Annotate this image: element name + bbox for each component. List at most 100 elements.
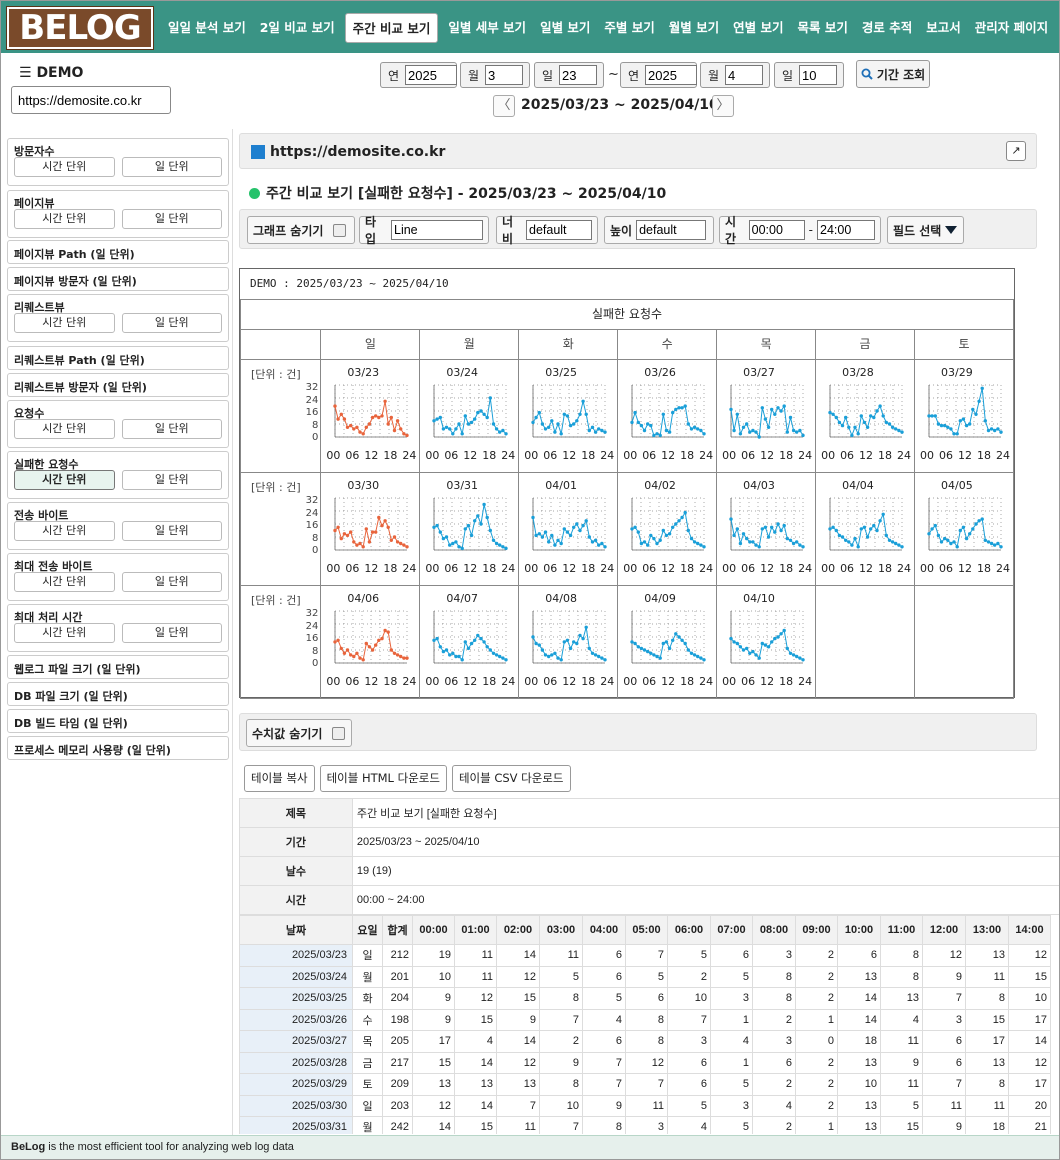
to-year-input[interactable] — [645, 65, 698, 85]
daily-button[interactable]: 일 단위 — [121, 470, 222, 490]
period-search-button[interactable]: 기간 조회 — [856, 60, 930, 88]
date-cell: 2025/03/31 — [239, 1116, 353, 1134]
column-header[interactable]: 요일 — [352, 915, 383, 945]
top-nav-item-0[interactable]: 일일 분석 보기 — [161, 13, 253, 43]
hide-values-checkbox[interactable] — [332, 726, 346, 740]
column-header[interactable]: 10:00 — [837, 915, 881, 945]
sidebar-item-15[interactable]: 프로세스 메모리 사용량 (일 단위) — [7, 736, 229, 760]
top-nav-item-6[interactable]: 월별 보기 — [662, 13, 726, 43]
hourly-button[interactable]: 시간 단위 — [14, 572, 115, 592]
width-input[interactable] — [526, 220, 592, 240]
type-input[interactable] — [391, 220, 483, 240]
daily-button[interactable]: 일 단위 — [121, 521, 222, 541]
daily-button[interactable]: 일 단위 — [121, 572, 222, 592]
hourly-button[interactable]: 시간 단위 — [14, 419, 115, 439]
hourly-button[interactable]: 시간 단위 — [14, 521, 115, 541]
external-link-icon[interactable]: ↗ — [1006, 141, 1026, 161]
time-to-input[interactable] — [817, 220, 875, 240]
top-nav-item-1[interactable]: 2일 비교 보기 — [253, 13, 342, 43]
sidebar-item-3[interactable]: 페이지뷰 방문자 (일 단위) — [7, 267, 229, 291]
top-nav-item-9[interactable]: 경로 추적 — [855, 13, 919, 43]
hide-graph-toggle[interactable]: 그래프 숨기기 — [247, 216, 355, 244]
hourly-button[interactable]: 시간 단위 — [14, 209, 115, 229]
from-day-input[interactable] — [559, 65, 598, 85]
column-header[interactable]: 04:00 — [582, 915, 626, 945]
column-header[interactable]: 09:00 — [795, 915, 838, 945]
column-header[interactable]: 03:00 — [539, 915, 583, 945]
sidebar-item-13[interactable]: DB 파일 크기 (일 단위) — [7, 682, 229, 706]
value-cell: 12 — [496, 1051, 540, 1074]
data-point — [534, 415, 539, 420]
hourly-button[interactable]: 시간 단위 — [14, 313, 115, 333]
data-point — [936, 422, 941, 426]
daily-button[interactable]: 일 단위 — [121, 623, 222, 643]
daily-button[interactable]: 일 단위 — [121, 419, 222, 439]
column-header[interactable]: 합계 — [382, 915, 413, 945]
column-header[interactable]: 12:00 — [922, 915, 966, 945]
column-header[interactable]: 01:00 — [454, 915, 497, 945]
data-point — [754, 430, 758, 434]
value-cell: 19 — [412, 944, 455, 967]
data-point — [776, 406, 780, 410]
data-point — [757, 545, 762, 549]
column-header[interactable]: 06:00 — [667, 915, 711, 945]
hide-values-toggle[interactable]: 수치값 숨기기 — [246, 719, 352, 747]
download-csv-button[interactable]: 테이블 CSV 다운로드 — [451, 765, 571, 792]
from-year-input[interactable] — [405, 65, 458, 85]
field-select-button[interactable]: 필드 선택 — [887, 216, 964, 244]
sidebar-item-5[interactable]: 리퀘스트뷰 Path (일 단위) — [7, 346, 229, 370]
column-header[interactable]: 14:00 — [1008, 915, 1051, 945]
prev-period-button[interactable]: 〈 — [493, 95, 515, 117]
column-header[interactable]: 날짜 — [239, 915, 353, 945]
time-from-input[interactable] — [748, 220, 805, 240]
column-header[interactable]: 07:00 — [710, 915, 753, 945]
top-nav-item-10[interactable]: 보고서 — [919, 13, 968, 43]
column-header[interactable]: 02:00 — [496, 915, 540, 945]
hourly-button[interactable]: 시간 단위 — [14, 470, 115, 490]
top-nav-item-8[interactable]: 목록 보기 — [791, 13, 855, 43]
sidebar-item-14[interactable]: DB 빌드 타임 (일 단위) — [7, 709, 229, 733]
hourly-button[interactable]: 시간 단위 — [14, 623, 115, 643]
value-cell: 7 — [922, 987, 966, 1010]
data-point — [454, 427, 458, 431]
height-input[interactable] — [636, 220, 707, 240]
value-cell: 15 — [496, 987, 540, 1010]
menu-icon[interactable]: ☰ — [19, 65, 32, 81]
value-cell: 6 — [582, 965, 626, 988]
site-select[interactable] — [11, 86, 171, 114]
copy-table-button[interactable]: 테이블 복사 — [244, 765, 315, 792]
data-point — [735, 641, 740, 646]
daily-button[interactable]: 일 단위 — [121, 157, 222, 177]
top-nav-item-7[interactable]: 연별 보기 — [726, 13, 790, 43]
column-header[interactable]: 08:00 — [752, 915, 796, 945]
from-month-input[interactable] — [485, 65, 524, 85]
column-header[interactable]: 05:00 — [625, 915, 668, 945]
sidebar-item-2[interactable]: 페이지뷰 Path (일 단위) — [7, 240, 229, 264]
daily-button[interactable]: 일 단위 — [121, 209, 222, 229]
unit-label: [단위 : 건] — [251, 481, 301, 494]
top-nav-item-2[interactable]: 주간 비교 보기 — [344, 13, 439, 43]
column-header[interactable]: 00:00 — [412, 915, 455, 945]
column-header[interactable]: 11:00 — [880, 915, 923, 945]
sidebar-item-12[interactable]: 웹로그 파일 크기 (일 단위) — [7, 655, 229, 679]
download-html-button[interactable]: 테이블 HTML 다운로드 — [319, 765, 447, 792]
next-period-button[interactable]: 〉 — [712, 95, 734, 117]
sidebar-item-6[interactable]: 리퀘스트뷰 방문자 (일 단위) — [7, 373, 229, 397]
x-tick-label: 12 — [661, 562, 676, 575]
data-point — [785, 646, 790, 651]
belog-logo[interactable]: BELOG — [6, 6, 154, 50]
top-nav-item-3[interactable]: 일별 세부 보기 — [441, 13, 533, 43]
data-point — [674, 522, 678, 526]
data-point — [828, 527, 832, 531]
top-nav-item-11[interactable]: 관리자 페이지 — [968, 13, 1055, 43]
column-header[interactable]: 13:00 — [965, 915, 1009, 945]
hourly-button[interactable]: 시간 단위 — [14, 157, 115, 177]
to-month-input[interactable] — [725, 65, 764, 85]
hide-graph-checkbox[interactable] — [333, 223, 347, 237]
top-nav-item-4[interactable]: 일별 보기 — [533, 13, 597, 43]
data-point — [674, 407, 678, 412]
top-nav-item-5[interactable]: 주별 보기 — [597, 13, 661, 43]
demo-title[interactable]: ☰ DEMO — [19, 65, 83, 81]
daily-button[interactable]: 일 단위 — [121, 313, 222, 333]
to-day-input[interactable] — [799, 65, 838, 85]
